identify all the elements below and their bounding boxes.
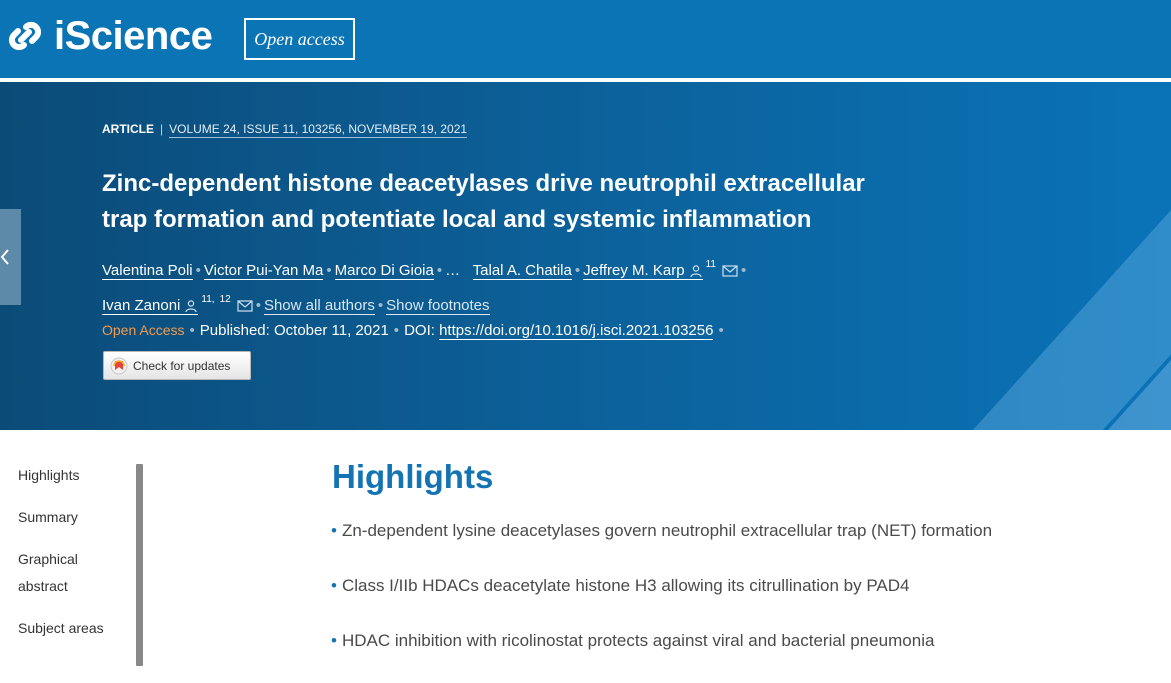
affiliation-sup[interactable]: 11, <box>201 294 214 305</box>
doi-label: DOI: <box>404 322 435 339</box>
list-item: • HDAC inhibition with ricolinostat prote… <box>331 628 1131 683</box>
top-brand-bar: iScience Open access <box>0 0 1171 78</box>
author-link[interactable]: Talal A. Chatila <box>472 262 572 280</box>
article-meta: ARTICLE | VOLUME 24, ISSUE 11, 103256, NOV… <box>102 122 468 138</box>
iscience-logo-icon <box>8 21 42 51</box>
nav-item-graphical-abstract[interactable]: Graphical abstract <box>18 546 128 600</box>
nav-item-label: abstract <box>18 578 68 594</box>
mail-icon[interactable] <box>722 265 738 277</box>
affiliation-sup[interactable]: 12 <box>220 294 231 305</box>
issue-link[interactable]: VOLUME 24, ISSUE 11, 103256, NOVEMBER 19… <box>169 122 468 138</box>
article-hero: ARTICLE | VOLUME 24, ISSUE 11, 103256, NOV… <box>0 82 1171 430</box>
mail-icon[interactable] <box>237 300 253 312</box>
nav-item-highlights[interactable]: Highlights <box>18 462 128 489</box>
article-title: Zinc-dependent histone deacetylases driv… <box>102 170 865 233</box>
bullet: • <box>331 576 337 595</box>
authors-ellipsis: … <box>445 262 461 279</box>
show-all-authors-link[interactable]: Show all authors <box>263 297 375 315</box>
author-list: Valentina Poli • Victor Pui-Yan Ma • Marco D… <box>102 250 842 320</box>
open-access-label: Open Access <box>102 322 185 338</box>
author-link[interactable]: Ivan Zanoni <box>102 297 199 315</box>
highlight-text: Zn-dependent lysine deacetylases govern … <box>341 521 993 540</box>
nav-item-subject-areas[interactable]: Subject areas <box>18 615 128 642</box>
iscience-logo[interactable]: iScience <box>6 14 213 58</box>
author-link[interactable]: Jeffrey M. Karp <box>583 262 703 280</box>
list-item: • Class I/IIb HDACs deacetylate histone H… <box>331 573 1131 628</box>
side-panel-toggle[interactable] <box>0 209 21 305</box>
author-link[interactable]: Marco Di Gioia <box>334 262 434 280</box>
nav-item-label: Graphical <box>18 551 78 567</box>
author-name: Jeffrey M. Karp <box>583 262 685 279</box>
bullet: • <box>331 521 337 540</box>
open-access-badge: Open access <box>244 18 355 60</box>
highlights-list: • Zn-dependent lysine deacetylases govern… <box>331 518 1131 683</box>
highlight-text: Class I/IIb HDACs deacetylate histone H3… <box>341 576 910 595</box>
publication-info: Open Access • Published: October 11, 2021 •… <box>102 322 724 340</box>
section-nav-scroll-indicator[interactable] <box>136 464 143 666</box>
list-item: • Zn-dependent lysine deacetylases govern… <box>331 518 1131 573</box>
published-date: Published: October 11, 2021 <box>199 322 389 339</box>
crossmark-icon <box>110 357 128 374</box>
author-line-1: Valentina Poli • Victor Pui-Yan Ma • Marco D… <box>102 259 747 280</box>
highlight-text: HDAC inhibition with ricolinostat protec… <box>341 631 935 650</box>
nav-item-summary[interactable]: Summary <box>18 504 128 531</box>
show-footnotes-link[interactable]: Show footnotes <box>386 297 490 315</box>
check-for-updates-button[interactable]: Check for updates <box>103 351 251 380</box>
highlights-heading: Highlights <box>332 458 494 495</box>
doi-link[interactable]: https://doi.org/10.1016/j.isci.2021.1032… <box>439 322 714 340</box>
person-icon <box>185 300 197 313</box>
affiliation-sup[interactable]: 11 <box>706 259 716 270</box>
author-name: Ivan Zanoni <box>102 297 181 314</box>
iscience-wordmark: iScience <box>54 14 213 58</box>
bullet: • <box>331 631 337 650</box>
author-link[interactable]: Valentina Poli <box>102 262 193 280</box>
section-nav: Highlights Summary Graphical abstract Su… <box>18 462 128 657</box>
article-type: ARTICLE <box>102 122 154 136</box>
author-link[interactable]: Victor Pui-Yan Ma <box>203 262 324 280</box>
author-line-2: Ivan Zanoni 11, 12 • Show all authors • Show f… <box>102 294 490 315</box>
check-for-updates-label: Check for updates <box>133 358 231 373</box>
person-icon <box>689 265 702 278</box>
chevron-left-icon <box>0 249 9 265</box>
